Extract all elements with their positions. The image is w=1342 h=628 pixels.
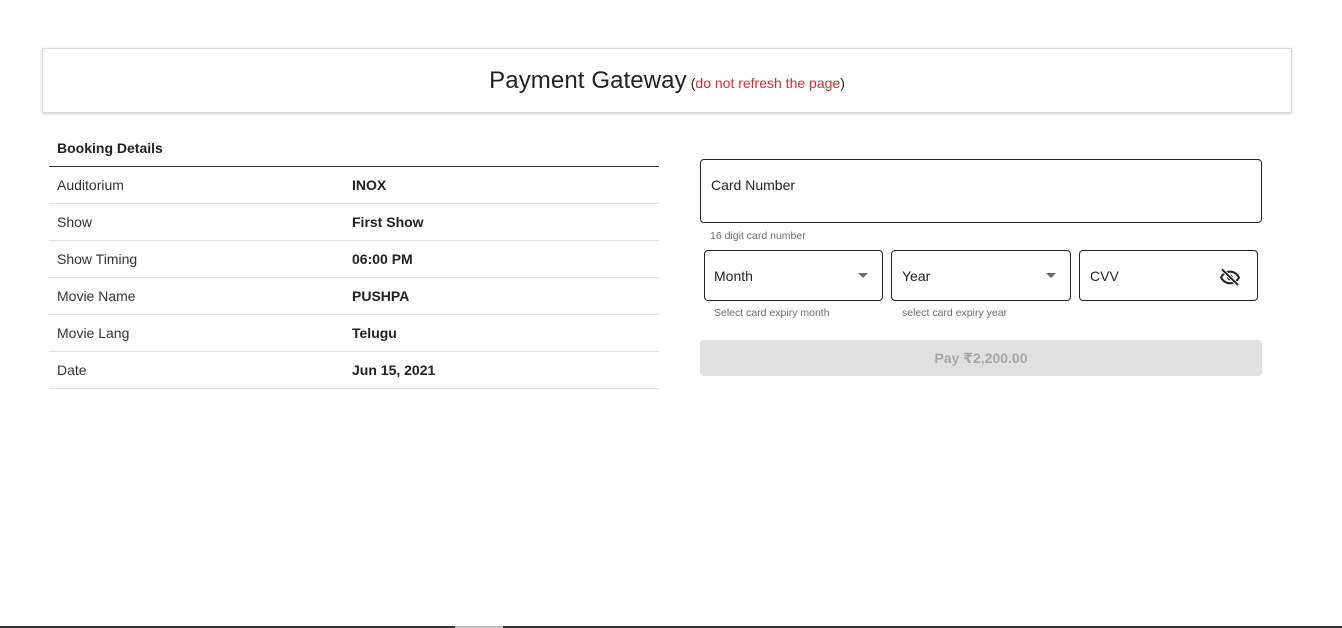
card-number-hint: 16 digit card number <box>710 230 806 242</box>
month-hint: Select card expiry month <box>714 307 830 319</box>
table-row: Show Timing 06:00 PM <box>49 241 659 278</box>
row-label: Auditorium <box>57 177 124 193</box>
refresh-warning: (do not refresh the page) <box>691 75 845 91</box>
cvv-label: CVV <box>1090 268 1119 284</box>
table-row: Movie Name PUSHPA <box>49 278 659 315</box>
table-row: Movie Lang Telugu <box>49 315 659 352</box>
card-number-label: Card Number <box>711 177 796 193</box>
row-label: Show Timing <box>57 251 138 267</box>
row-label: Show <box>57 214 93 230</box>
table-row: Auditorium INOX <box>49 167 659 204</box>
chevron-down-icon <box>1046 273 1056 278</box>
warning-close-paren: ) <box>840 74 845 91</box>
chevron-down-icon <box>858 273 868 278</box>
month-select[interactable]: Month <box>704 250 883 301</box>
row-value: Telugu <box>352 325 397 341</box>
visibility-off-glyph <box>1219 268 1241 287</box>
visibility-off-icon[interactable] <box>1219 268 1241 287</box>
payment-page: Payment Gateway (do not refresh the page… <box>0 0 1342 628</box>
warning-text: do not refresh the page <box>695 74 841 91</box>
card-number-field[interactable]: Card Number <box>700 159 1262 223</box>
row-value: First Show <box>352 214 424 230</box>
row-label: Movie Lang <box>57 325 130 341</box>
row-value: INOX <box>352 177 387 193</box>
row-value: PUSHPA <box>352 288 410 304</box>
header-card: Payment Gateway (do not refresh the page… <box>42 48 1292 113</box>
booking-details-heading: Booking Details <box>49 130 659 167</box>
row-label: Movie Name <box>57 288 136 304</box>
cvv-field[interactable]: CVV <box>1079 250 1258 301</box>
booking-details-table: Booking Details Auditorium INOX Show Fir… <box>49 130 659 389</box>
page-title: Payment Gateway <box>489 66 687 94</box>
table-row: Show First Show <box>49 204 659 241</box>
row-value: Jun 15, 2021 <box>352 362 436 378</box>
year-label: Year <box>902 268 931 284</box>
year-hint: select card expiry year <box>902 307 1008 319</box>
row-label: Date <box>57 362 87 378</box>
year-select[interactable]: Year <box>891 250 1071 301</box>
pay-button[interactable]: Pay ₹2,200.00 <box>700 340 1262 376</box>
month-label: Month <box>714 268 753 284</box>
row-value: 06:00 PM <box>352 251 413 267</box>
table-row: Date Jun 15, 2021 <box>49 352 659 389</box>
